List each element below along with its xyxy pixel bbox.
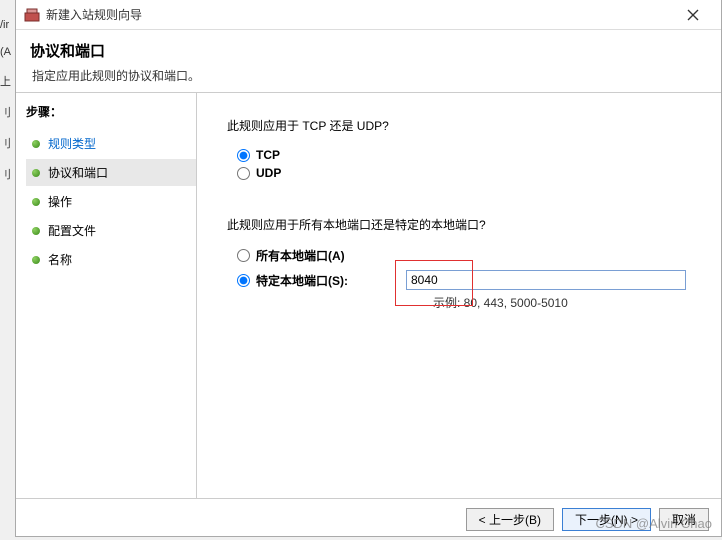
step-label: 名称 [48,251,72,268]
main-panel: 此规则应用于 TCP 还是 UDP? TCP UDP 此规则应用于所有本地端口还… [196,93,721,498]
step-label: 操作 [48,193,72,210]
footer: < 上一步(B) 下一步(N) > 取消 [16,498,721,540]
page-subtitle: 指定应用此规则的协议和端口。 [32,67,707,84]
radio-specific-ports[interactable] [237,274,250,287]
header: 协议和端口 指定应用此规则的协议和端口。 [16,30,721,93]
bullet-icon [32,227,40,235]
window-title: 新建入站规则向导 [46,6,673,23]
cancel-button[interactable]: 取消 [659,508,709,531]
bullet-icon [32,169,40,177]
back-button[interactable]: < 上一步(B) [466,508,554,531]
step-profile[interactable]: 配置文件 [26,217,196,244]
page-title: 协议和端口 [30,40,707,61]
steps-sidebar: 步骤： 规则类型 协议和端口 操作 配置文件 名称 [16,93,196,498]
close-button[interactable] [673,2,713,28]
label-tcp: TCP [256,148,280,162]
step-action[interactable]: 操作 [26,188,196,215]
port-question: 此规则应用于所有本地端口还是特定的本地端口? [227,216,701,233]
app-icon [24,7,40,23]
label-specific-ports: 特定本地端口(S): [256,272,348,289]
step-rule-type[interactable]: 规则类型 [26,130,196,157]
port-example: 示例: 80, 443, 5000-5010 [433,294,701,311]
wizard-window: 新建入站规则向导 协议和端口 指定应用此规则的协议和端口。 步骤： 规则类型 协… [15,0,722,537]
label-all-ports: 所有本地端口(A) [256,247,345,264]
close-icon [687,9,699,21]
body: 步骤： 规则类型 协议和端口 操作 配置文件 名称 此规 [16,93,721,498]
protocol-question: 此规则应用于 TCP 还是 UDP? [227,117,701,134]
external-left-strip: /ir (A 上 刂 刂 刂 [0,0,15,537]
radio-all-ports-row: 所有本地端口(A) [237,247,701,264]
next-button[interactable]: 下一步(N) > [562,508,651,531]
bullet-icon [32,140,40,148]
step-label: 规则类型 [48,135,96,152]
port-input[interactable] [406,270,686,290]
radio-specific-ports-row: 特定本地端口(S): [227,270,701,290]
radio-tcp-row: TCP [237,148,701,162]
step-label: 配置文件 [48,222,96,239]
steps-heading: 步骤： [26,103,196,120]
radio-udp-row: UDP [237,166,701,180]
step-label: 协议和端口 [48,164,108,181]
port-section: 此规则应用于所有本地端口还是特定的本地端口? 所有本地端口(A) 特定本地端口(… [227,216,701,311]
radio-udp[interactable] [237,167,250,180]
radio-all-ports[interactable] [237,249,250,262]
step-name[interactable]: 名称 [26,246,196,273]
step-protocol-port[interactable]: 协议和端口 [26,159,196,186]
bullet-icon [32,198,40,206]
label-udp: UDP [256,166,281,180]
radio-tcp[interactable] [237,149,250,162]
titlebar: 新建入站规则向导 [16,0,721,30]
bullet-icon [32,256,40,264]
